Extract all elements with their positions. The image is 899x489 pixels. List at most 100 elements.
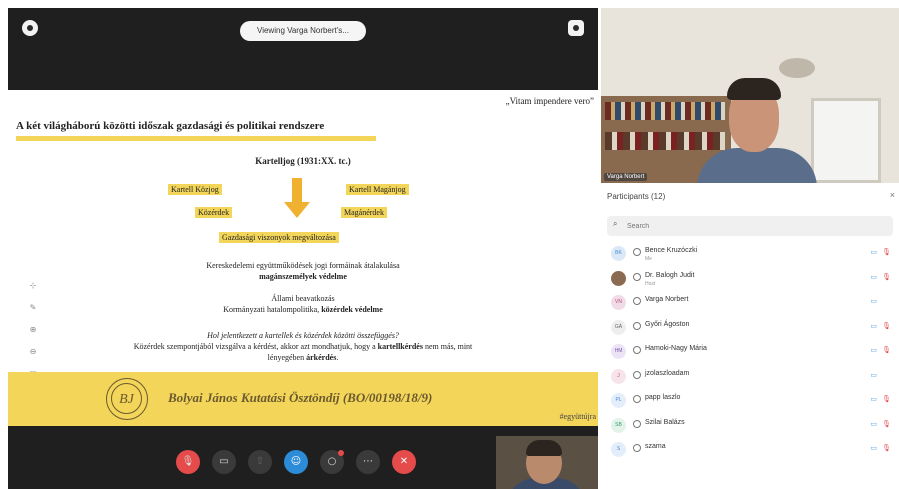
mic-muted-icon[interactable]: 🎙 [882, 322, 891, 330]
layout-icon[interactable] [568, 20, 584, 36]
participant-name: jzolaszloadam [645, 369, 690, 377]
participant-list: BK Bence Kruzóczki Me ▭ 🎙 Dr. Balogh Judit Hos… [607, 242, 893, 463]
slide-quote: „Vitam impendere vero” [505, 96, 594, 106]
search-input[interactable] [627, 216, 887, 236]
search-icon: ⌕ [613, 219, 618, 228]
participant-row[interactable]: SB Szilai Balázs ▭ 🎙 [607, 414, 893, 439]
down-arrow-icon [284, 178, 310, 218]
cartel-heading: Kartelljog (1931:XX. tc.) [255, 156, 351, 166]
zoom-in-icon[interactable]: ⊕ [24, 319, 42, 341]
participant-row[interactable]: Dr. Balogh Judit Host ▭ 🎙 [607, 267, 893, 292]
bolyai-logo-mark: BJ [111, 383, 142, 414]
para2-line2-b: közérdek védelme [321, 305, 383, 314]
cam-books-bottom [605, 132, 725, 150]
kartell-maganjog-label: Kartell Magánjog [346, 184, 409, 195]
participant-name: Dr. Balogh Judit [645, 271, 695, 279]
maganerdek-label: Magánérdek [341, 207, 387, 218]
cam-lamp [779, 58, 815, 78]
avatar: S [611, 442, 626, 457]
camera-icon[interactable]: ▭ [870, 248, 877, 256]
participants-panel: Participants (12) × ⌕ BK Bence Kruzóczki M… [601, 184, 899, 489]
participant-row[interactable]: VN Varga Norbert ▭ [607, 291, 893, 316]
participant-row[interactable]: BK Bence Kruzóczki Me ▭ 🎙 [607, 242, 893, 267]
mic-muted-icon[interactable]: 🎙 [882, 273, 891, 281]
meeting-app: Viewing Varga Norbert's... „Vitam impend… [0, 0, 899, 489]
presentation-stage: Viewing Varga Norbert's... „Vitam impend… [8, 8, 598, 489]
avatar: VN [611, 295, 626, 310]
para3-line3-c: . [336, 353, 339, 362]
participant-row[interactable]: HM Hamoki-Nagy Mária ▭ 🎙 [607, 340, 893, 365]
mic-muted-icon[interactable]: 🎙 [882, 346, 891, 354]
audio-status-icon [633, 444, 641, 452]
speaker-name-label: Varga Norbert [604, 173, 648, 181]
mic-off-button[interactable]: 🎙 [176, 450, 200, 474]
participant-name: Győri Ágoston [645, 320, 690, 328]
participant-row[interactable]: Sszama ▭ 🎙 [607, 438, 893, 463]
title-underline [16, 136, 376, 141]
mic-muted-icon[interactable]: 🎙 [882, 420, 891, 428]
camera-icon[interactable]: ▭ [870, 395, 877, 403]
participant-row[interactable]: GÁ Győri Ágoston ▭ 🎙 [607, 316, 893, 341]
mic-muted-icon[interactable]: 🎙 [882, 444, 891, 452]
speaker-video[interactable]: Varga Norbert [601, 8, 899, 183]
participant-name: Hamoki-Nagy Mária [645, 345, 707, 352]
avatar: HM [611, 344, 626, 359]
para3-line2: Közérdek szempontjából vizsgálva a kérdé… [8, 341, 598, 352]
gazdasagi-label: Gazdasági viszonyok megváltozása [219, 232, 339, 243]
pencil-icon[interactable]: ✎ [24, 297, 42, 319]
call-controls: 🎙 ▭ ⇧ ☺ ○ ⋯ ✕ [170, 450, 430, 478]
camera-icon[interactable]: ▭ [870, 444, 877, 452]
paragraph-commercial: Kereskedelemi együttműködések jogi formá… [8, 260, 598, 282]
camera-icon[interactable]: ▭ [870, 371, 877, 379]
participant-name: Varga Norbert [645, 296, 689, 303]
camera-icon[interactable]: ▭ [870, 420, 877, 428]
settings-icon[interactable] [22, 20, 38, 36]
avatar: GÁ [611, 319, 626, 335]
bolyai-logo: BJ [106, 378, 148, 420]
pointer-icon[interactable]: ⊹ [24, 275, 42, 297]
camera-icon[interactable]: ▭ [870, 273, 877, 281]
avatar: SB [611, 417, 626, 433]
chat-notification-dot [338, 450, 344, 456]
cam-hair [727, 78, 781, 100]
participant-row[interactable]: PL papp laszlo ▭ 🎙 [607, 389, 893, 414]
pip-hair [526, 440, 562, 456]
kozerdek-label: Közérdek [195, 207, 233, 218]
participant-name: Bence Kruzóczki [645, 247, 698, 254]
share-screen-button[interactable]: ⇧ [248, 450, 272, 474]
para2-line1: Állami beavatkozás [271, 294, 335, 303]
zoom-out-icon[interactable]: ⊖ [24, 341, 42, 363]
end-call-button[interactable]: ✕ [392, 450, 416, 474]
self-view-video[interactable] [496, 436, 598, 489]
slide-banner: BJ Bolyai János Kutatási Ösztöndíj (BO/0… [8, 372, 598, 426]
close-icon[interactable]: × [890, 190, 895, 200]
mic-muted-icon[interactable]: 🎙 [882, 248, 891, 256]
para3-line2-b: kartellkérdés [377, 342, 423, 351]
viewing-indicator[interactable]: Viewing Varga Norbert's... [240, 21, 366, 41]
participants-header[interactable]: Participants (12) [607, 192, 665, 201]
avatar [611, 270, 626, 286]
participants-button[interactable]: ☺ [284, 450, 308, 474]
audio-status-icon [633, 370, 641, 379]
participant-name: szama [645, 443, 666, 450]
mic-muted-icon[interactable]: 🎙 [882, 395, 891, 403]
camera-button[interactable]: ▭ [212, 450, 236, 474]
para3-line3-a: lényegében [267, 353, 307, 362]
audio-status-icon [633, 248, 641, 256]
more-options-button[interactable]: ⋯ [356, 450, 380, 474]
banner-hashtag: #együttújra [559, 412, 596, 421]
audio-status-icon [633, 346, 641, 354]
para3-line3: lényegében árkérdés. [8, 352, 598, 363]
paragraph-question: Hol jelentkezett a kartellek és közérdek… [8, 330, 598, 363]
para3-line1: Hol jelentkezett a kartellek és közérdek… [207, 331, 399, 340]
kartell-kozjog-label: Kartell Közjog [168, 184, 222, 195]
cam-books-top [605, 102, 725, 120]
para3-line2-c: nem más, mint [422, 342, 473, 351]
camera-icon[interactable]: ▭ [870, 322, 877, 330]
audio-status-icon [633, 419, 641, 428]
camera-icon[interactable]: ▭ [870, 297, 877, 305]
audio-status-icon [633, 321, 641, 330]
camera-icon[interactable]: ▭ [870, 346, 877, 354]
participant-row[interactable]: Jjzolaszloadam ▭ [607, 365, 893, 390]
para2-line2: Kormányzati hatalompolitika, közérdek vé… [8, 304, 598, 315]
